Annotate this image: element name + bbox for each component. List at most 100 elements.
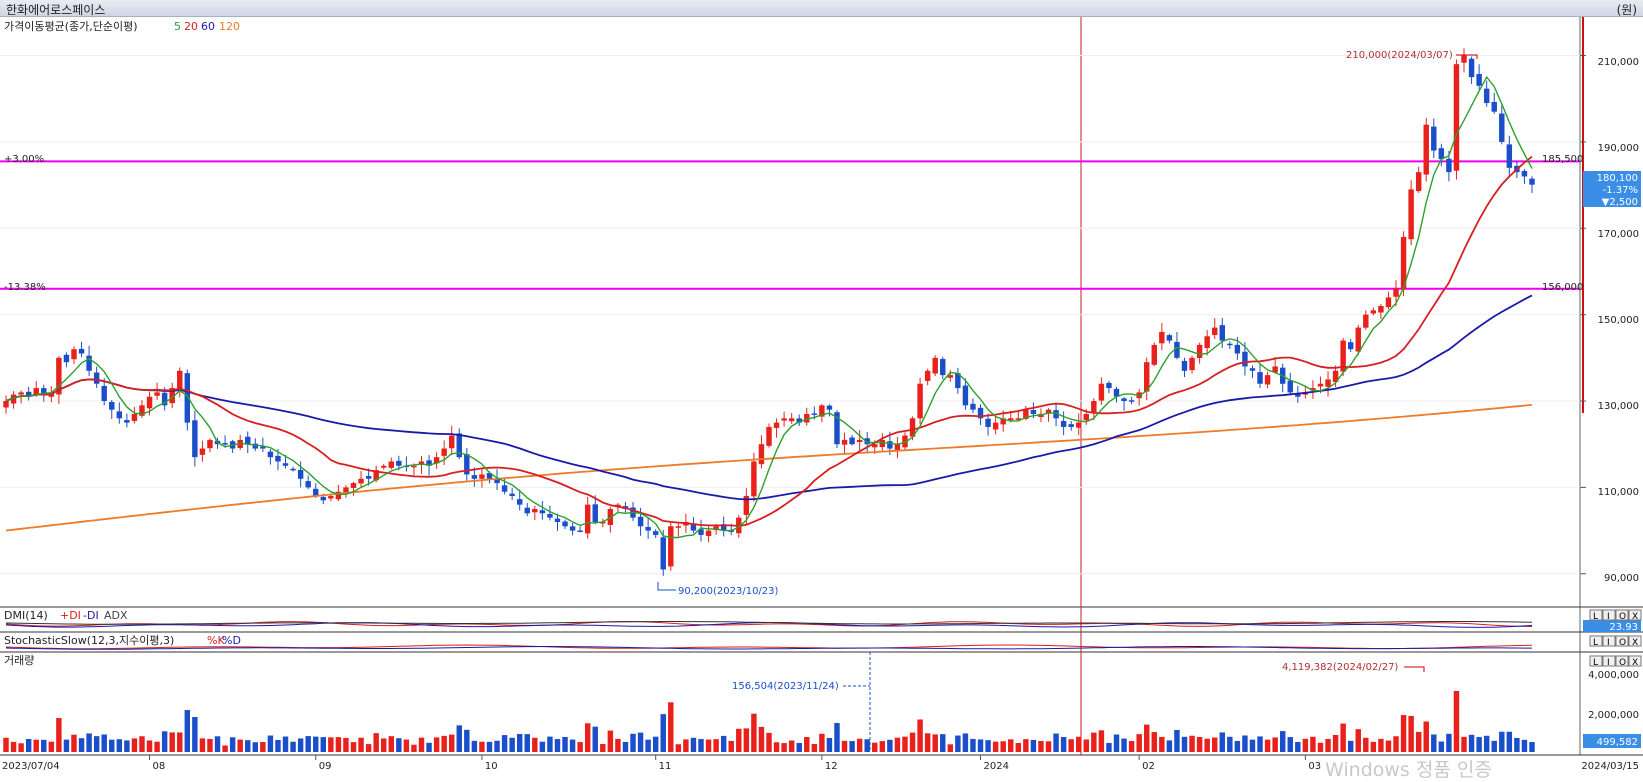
candle-body	[856, 439, 863, 443]
candle-body	[109, 402, 115, 410]
candle-body	[758, 444, 765, 465]
volume-bar	[1385, 740, 1392, 752]
candle-body	[1098, 383, 1105, 401]
candle-body	[532, 508, 538, 513]
lower-ref-value: 156,000	[1542, 282, 1583, 293]
volume-bar	[320, 737, 327, 752]
volume-bar	[1083, 739, 1090, 752]
volume-bar	[569, 739, 576, 752]
candle-body	[1121, 398, 1127, 402]
candle-body	[124, 420, 130, 423]
volume-bar	[1295, 742, 1301, 752]
volume-bar	[584, 723, 591, 752]
x-start-label: 2023/07/04	[2, 761, 60, 772]
volume-bar	[388, 736, 394, 752]
volume-bar	[1257, 736, 1263, 752]
candle-body	[1317, 383, 1324, 387]
dmi-panel-controls: L I O X	[1589, 609, 1642, 622]
volume-bar	[849, 741, 855, 752]
candle-body	[1506, 144, 1513, 168]
candle-body	[781, 418, 787, 421]
candle-body	[539, 510, 546, 514]
volume-bar	[365, 744, 372, 752]
lower-ref-label: -13.38%	[4, 282, 46, 293]
volume-bar	[411, 744, 417, 752]
volume-bar	[879, 741, 886, 752]
volume-bar	[1023, 739, 1029, 752]
volume-bar	[1438, 741, 1445, 752]
candle-body	[1030, 409, 1037, 414]
volume-bar	[826, 737, 833, 752]
volume-bar	[970, 738, 976, 752]
x-month-label: 2024	[984, 761, 1009, 772]
volume-bar	[78, 738, 85, 752]
volume-bar	[1204, 738, 1210, 752]
volume-bar	[297, 738, 304, 752]
price-tick: 130,000	[1598, 401, 1639, 412]
volume-bar	[743, 728, 750, 752]
candle-body	[1227, 343, 1233, 346]
candle-body	[1347, 342, 1354, 350]
volume-bar	[736, 728, 742, 752]
volume-bar	[705, 739, 712, 752]
candle-body	[1249, 368, 1256, 371]
volume-bar	[1415, 731, 1422, 752]
volume-bar	[1219, 732, 1225, 752]
volume-bar	[713, 739, 719, 752]
candle-body	[222, 443, 228, 445]
volume-bar	[1181, 736, 1188, 752]
candle-body	[192, 420, 198, 458]
candle-body	[93, 372, 100, 384]
volume-bar	[902, 736, 908, 752]
candle-body	[826, 405, 833, 410]
panel-button-i-text: I	[1607, 658, 1610, 668]
volume-bar	[1287, 737, 1293, 752]
x-month-label: 09	[319, 761, 332, 772]
candle-body	[1166, 335, 1173, 341]
candle-body	[1181, 360, 1188, 371]
volume-bar	[18, 743, 24, 752]
volume-bar	[819, 733, 825, 752]
volume-bar	[358, 737, 364, 752]
x-month-label: 11	[659, 761, 672, 772]
candle-body	[887, 441, 893, 449]
candle-body	[645, 527, 651, 531]
volume-bar	[894, 737, 901, 752]
candle-body	[516, 499, 523, 505]
price-tick: 150,000	[1598, 315, 1639, 326]
volume-bar	[932, 734, 938, 752]
candle-body	[1068, 424, 1074, 427]
volume-bar	[509, 737, 515, 752]
volume-bar	[1211, 737, 1218, 752]
candle-body	[328, 496, 334, 499]
candle-body	[562, 521, 568, 527]
volume-bar	[917, 719, 923, 752]
volume-bar	[1529, 742, 1535, 752]
candle-body	[448, 435, 455, 449]
windows-activation-watermark: Windows 정품 인증	[1325, 759, 1492, 781]
volume-bar	[668, 702, 674, 752]
candle-body	[1106, 382, 1112, 389]
candle-body	[1196, 344, 1203, 359]
candle-body	[1415, 172, 1422, 192]
candle-body	[849, 437, 855, 445]
volume-bar	[1121, 738, 1127, 752]
volume-bar	[313, 736, 319, 752]
volume-bar	[690, 737, 697, 752]
candle-body	[970, 403, 976, 410]
volume-bar	[3, 737, 9, 752]
candle-body	[78, 348, 85, 354]
candle-body	[592, 504, 598, 522]
candle-body	[358, 478, 364, 484]
candle-body	[773, 422, 780, 428]
candle-body	[1446, 158, 1452, 173]
volume-bar	[252, 742, 259, 752]
candle-body	[282, 463, 289, 466]
volume-bar	[1521, 739, 1528, 752]
volume-bar	[426, 742, 432, 752]
volume-bar	[1332, 734, 1339, 752]
panel-button-o-text: O	[1619, 658, 1626, 668]
dmi-label: DMI(14)	[4, 609, 48, 622]
stock-chart[interactable]: 가격이동평균(종가,단순이평) 5 20 60 120 +3.00% -13.3…	[0, 0, 1643, 774]
volume-bar	[1378, 738, 1384, 752]
